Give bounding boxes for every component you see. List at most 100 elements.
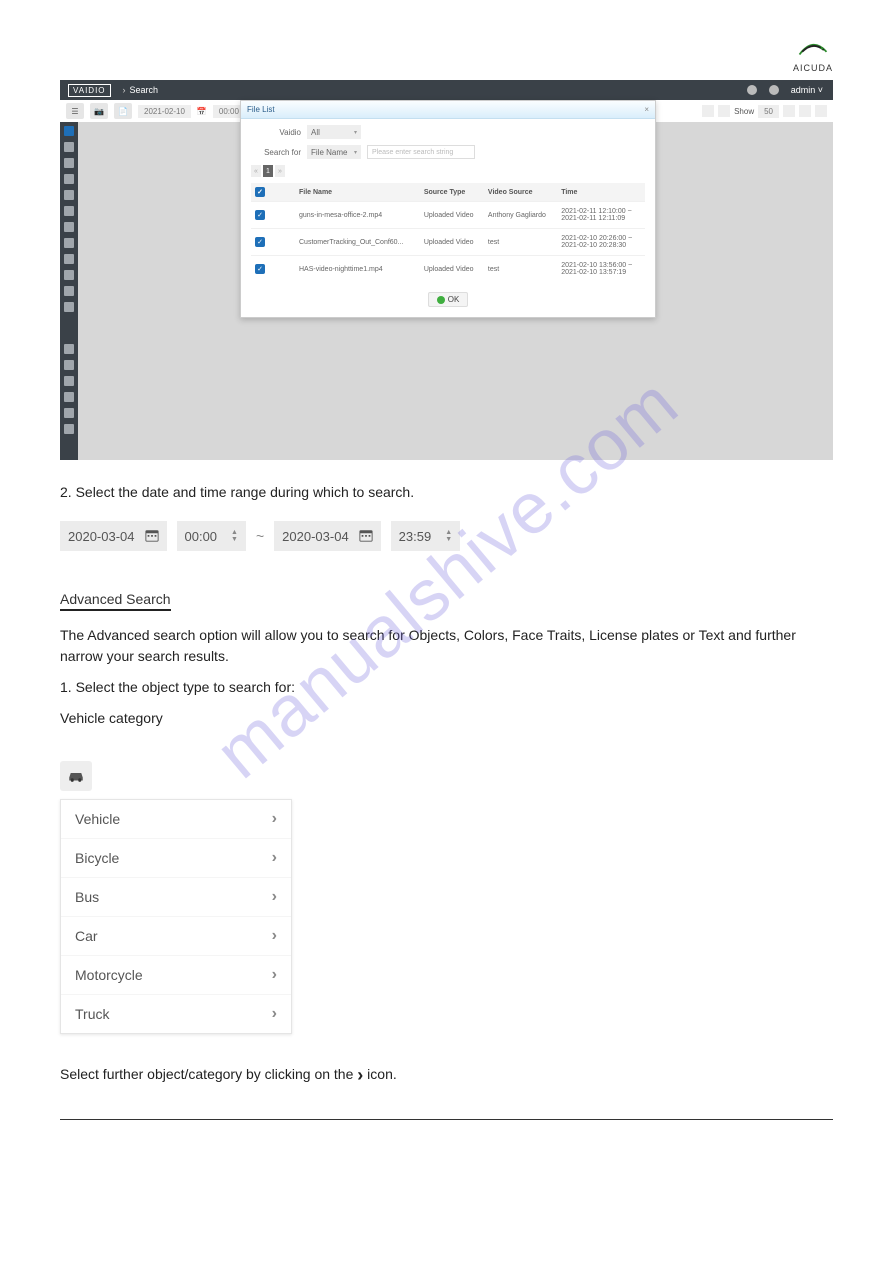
admin-menu[interactable]: admin ˅ [791,85,823,95]
sidebar-server-icon[interactable] [64,392,74,402]
menu-item-motorcycle[interactable]: Motorcycle › [61,956,291,995]
vehicle-filter-button[interactable] [60,761,92,791]
file-list-modal: File List × Vaidio All Search for File N… [240,100,656,318]
show-select[interactable]: 50 [758,105,779,118]
car-icon [67,769,85,783]
info-icon[interactable] [747,85,757,95]
cell-vsrc: Anthony Gagliardo [484,202,557,229]
col-videosource: Video Source [484,183,557,202]
menu-item-bus[interactable]: Bus › [61,878,291,917]
brand-swirl-icon [795,40,831,60]
list-view-icon[interactable] [799,105,811,117]
camera-icon[interactable]: 📷 [90,103,108,119]
chevron-right-icon: › [272,849,277,867]
calendar-icon[interactable] [359,528,373,545]
modal-title: File List [247,105,275,114]
cell-time: 2021-02-10 20:26:00 ~ 2021-02-10 20:28:3… [557,229,645,256]
menu-item-car[interactable]: Car › [61,917,291,956]
searchfor-select[interactable]: File Name [307,145,361,159]
chevron-right-icon: › [272,966,277,984]
pager-next[interactable]: » [275,165,285,177]
sidebar-intrusion-icon[interactable] [64,222,74,232]
app-header: VAIDIO › Search admin ˅ [60,80,833,100]
row-checkbox[interactable]: ✓ [255,210,265,220]
bottom-instruction: Select further object/category by clicki… [60,1062,833,1089]
advanced-search-heading: Advanced Search [60,591,171,611]
toolbar-date[interactable]: 2021-02-10 [138,105,191,118]
sidebar-tools-icon[interactable] [64,344,74,354]
vaidio-select[interactable]: All [307,125,361,139]
date-range-row: 2020-03-04 00:00 ▲▼ ~ 2020-03-04 23:59 ▲… [60,521,833,551]
grid-view-icon[interactable] [783,105,795,117]
sidebar-settings-icon[interactable] [64,424,74,434]
globe-icon[interactable] [769,85,779,95]
calendar-icon[interactable] [145,528,159,545]
close-icon[interactable]: × [644,105,649,114]
cell-stype: Uploaded Video [420,229,484,256]
cell-stype: Uploaded Video [420,256,484,283]
header-checkbox[interactable]: ✓ [255,187,265,197]
breadcrumb-search[interactable]: Search [130,85,159,95]
cell-time: 2021-02-11 12:10:00 ~ 2021-02-11 12:11:0… [557,202,645,229]
cell-time: 2021-02-10 13:56:00 ~ 2021-02-10 13:57:1… [557,256,645,283]
sidebar-user-icon[interactable] [64,408,74,418]
time-to[interactable]: 23:59 ▲▼ [391,521,460,551]
sidebar-plate-icon[interactable] [64,174,74,184]
filter-icon[interactable]: ☰ [66,103,84,119]
ok-button[interactable]: OK [428,292,469,307]
sidebar-camera2-icon[interactable] [64,376,74,386]
sidebar-crowd-icon[interactable] [64,190,74,200]
date-from[interactable]: 2020-03-04 [60,521,167,551]
step-vehicle-text: 1. Select the object type to search for: [60,677,833,698]
spinner-icon[interactable]: ▲▼ [445,529,452,543]
label-vaidio: Vaidio [251,128,301,137]
search-input[interactable]: Please enter search string [367,145,475,159]
table-row: ✓ guns-in-mesa-office-2.mp4 Uploaded Vid… [251,202,645,229]
prev-page-icon[interactable] [702,105,714,117]
vehicle-menu: Vehicle › Bicycle › Bus › Car › Motorcyc… [60,799,292,1034]
modal-pager: « 1 » [251,165,645,177]
sidebar-alert-icon[interactable] [64,238,74,248]
pager-current[interactable]: 1 [263,165,273,177]
sidebar-doc-icon[interactable] [64,360,74,370]
range-separator: ~ [256,528,264,544]
sidebar-bell-icon[interactable] [64,270,74,280]
next-page-icon[interactable] [718,105,730,117]
calendar-icon[interactable]: 📅 [197,107,207,116]
export-icon[interactable] [815,105,827,117]
sidebar-track-icon[interactable] [64,206,74,216]
file-icon[interactable]: 📄 [114,103,132,119]
brand-logo: AICUDA [793,40,833,73]
time-from-text: 00:00 [185,529,218,544]
menu-label: Bicycle [75,850,119,866]
menu-label: Bus [75,889,99,905]
menu-item-bicycle[interactable]: Bicycle › [61,839,291,878]
menu-label: Vehicle [75,811,120,827]
sidebar-search-icon[interactable] [64,126,74,136]
date-to[interactable]: 2020-03-04 [274,521,381,551]
cell-vsrc: test [484,256,557,283]
file-table: ✓ File Name Source Type Video Source Tim… [251,183,645,282]
chevron-right-icon: › [272,810,277,828]
menu-item-truck[interactable]: Truck › [61,995,291,1033]
cell-vsrc: test [484,229,557,256]
app-screenshot: VAIDIO › Search admin ˅ ☰ 📷 📄 2021-02-10… [60,80,833,460]
time-from[interactable]: 00:00 ▲▼ [177,521,246,551]
sidebar-info-icon[interactable] [64,254,74,264]
sidebar-eye-icon[interactable] [64,286,74,296]
ok-label: OK [448,295,460,304]
sidebar-face-icon[interactable] [64,142,74,152]
menu-item-vehicle[interactable]: Vehicle › [61,800,291,839]
pager-prev[interactable]: « [251,165,261,177]
vehicle-category-label: Vehicle category [60,708,833,729]
app-sidebar [60,122,78,460]
row-checkbox[interactable]: ✓ [255,264,265,274]
sidebar-vehicle-icon[interactable] [64,158,74,168]
spinner-icon[interactable]: ▲▼ [231,529,238,543]
row-checkbox[interactable]: ✓ [255,237,265,247]
sidebar-chart-icon[interactable] [64,302,74,312]
breadcrumb-sep-icon: › [123,85,126,95]
label-searchfor: Search for [251,148,301,157]
brand-name: AICUDA [793,63,833,73]
menu-label: Truck [75,1006,109,1022]
